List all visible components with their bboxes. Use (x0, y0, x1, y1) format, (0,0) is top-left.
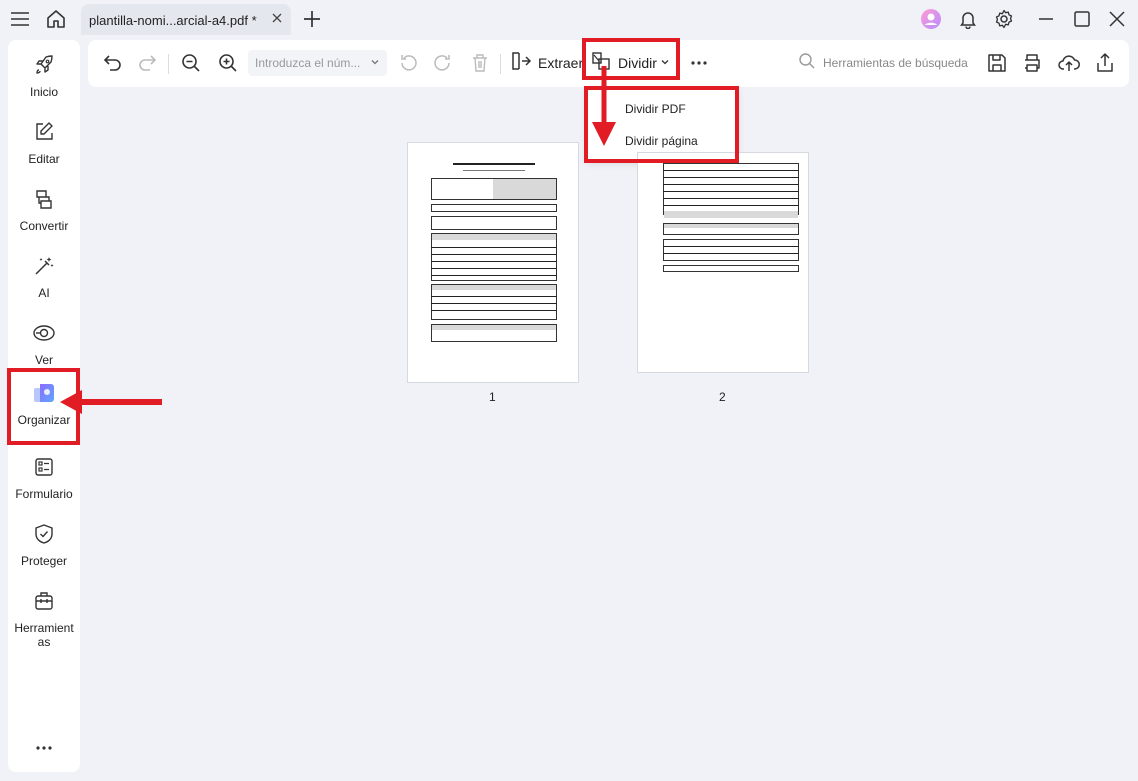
sidebar-item-label: AI (38, 286, 50, 300)
zoom-in-icon[interactable] (217, 51, 239, 75)
search-tools-label: Herramientas de búsqueda (823, 56, 968, 70)
sidebar-item-label: Proteger (20, 554, 68, 568)
sidebar-item-inicio[interactable]: Inicio (8, 53, 80, 99)
zoom-out-icon[interactable] (180, 51, 202, 75)
sidebar-item-convertir[interactable]: Convertir (8, 187, 80, 233)
split-highlight-box (582, 38, 680, 80)
divider (168, 54, 169, 74)
ai-magic-icon (8, 254, 80, 278)
share-icon[interactable] (1094, 51, 1116, 75)
dropdown-highlight-box (584, 86, 739, 163)
sidebar-item-label: Herramient (14, 621, 74, 635)
menu-icon[interactable] (9, 8, 31, 30)
maximize-icon[interactable] (1071, 8, 1093, 30)
undo-icon[interactable] (102, 51, 124, 75)
sidebar-item-label: Formulario (15, 487, 73, 501)
title-bar: plantilla-nomi...arcial-a4.pdf * (0, 0, 1138, 38)
avatar[interactable] (920, 8, 942, 30)
extract-icon (510, 50, 532, 77)
annotation-arrows (60, 66, 616, 414)
extract-label: Extraer (538, 55, 584, 71)
rocket-icon (8, 53, 80, 77)
convert-icon (8, 187, 80, 211)
rotate-right-icon[interactable] (432, 51, 454, 75)
sidebar-item-herramientas[interactable]: Herramient as (8, 589, 80, 649)
sidebar-item-ai[interactable]: AI (8, 254, 80, 300)
sidebar-item-label-cont: as (37, 635, 51, 649)
eye-icon (8, 321, 80, 345)
more-icon[interactable] (8, 740, 80, 754)
sidebar-item-label: Ver (34, 353, 53, 367)
home-icon[interactable] (45, 8, 67, 30)
form-icon (8, 455, 80, 479)
page-thumbnail-2[interactable] (637, 152, 809, 373)
chevron-down-icon (370, 56, 380, 70)
divider (500, 54, 501, 74)
shield-icon (8, 522, 80, 546)
page-input-placeholder: Introduzca el núm... (255, 56, 361, 70)
sidebar-item-ver[interactable]: Ver (8, 321, 80, 367)
extract-button[interactable]: Extraer (510, 51, 583, 75)
print-icon[interactable] (1021, 51, 1043, 75)
organize-highlight-box (7, 368, 80, 445)
sidebar-item-proteger[interactable]: Proteger (8, 522, 80, 568)
sidebar-item-label: Editar (28, 152, 60, 166)
close-tab-icon[interactable] (271, 12, 283, 27)
page-thumbnail-1[interactable] (407, 142, 579, 383)
page-number-input[interactable]: Introduzca el núm... (248, 50, 387, 76)
bell-icon[interactable] (957, 8, 979, 30)
toolbox-icon (8, 589, 80, 613)
gear-icon[interactable] (993, 8, 1015, 30)
tab-title: plantilla-nomi...arcial-a4.pdf * (89, 13, 257, 28)
close-window-icon[interactable] (1106, 8, 1128, 30)
new-tab-icon[interactable] (301, 8, 323, 30)
rotate-left-icon[interactable] (397, 51, 419, 75)
edit-icon (8, 120, 80, 144)
sidebar-item-editar[interactable]: Editar (8, 120, 80, 166)
cloud-upload-icon[interactable] (1057, 51, 1081, 75)
page-number-label: 2 (719, 390, 726, 404)
sidebar-item-label: Inicio (29, 85, 58, 99)
search-tools-button[interactable]: Herramientas de búsqueda (798, 51, 968, 75)
sidebar-item-label: Convertir (19, 219, 69, 233)
save-icon[interactable] (986, 51, 1008, 75)
page-number-label: 1 (489, 390, 496, 404)
redo-icon[interactable] (136, 51, 158, 75)
more-options-icon[interactable] (689, 51, 709, 75)
document-tab[interactable]: plantilla-nomi...arcial-a4.pdf * (81, 4, 291, 35)
minimize-icon[interactable] (1035, 8, 1057, 30)
delete-icon[interactable] (469, 51, 491, 75)
search-icon (798, 52, 816, 75)
sidebar-item-formulario[interactable]: Formulario (8, 455, 80, 501)
